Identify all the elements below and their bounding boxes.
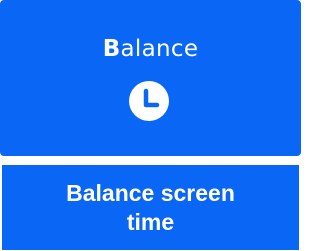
caption-box: Balance screen time xyxy=(2,165,299,250)
clock-icon xyxy=(129,81,169,121)
balance-tile[interactable]: Balance xyxy=(0,0,301,156)
tile-title-rest: alance xyxy=(120,36,199,62)
caption-text: Balance screen time xyxy=(66,179,235,235)
tile-title-first-letter: B xyxy=(102,36,121,62)
tile-title: Balance xyxy=(0,36,301,62)
